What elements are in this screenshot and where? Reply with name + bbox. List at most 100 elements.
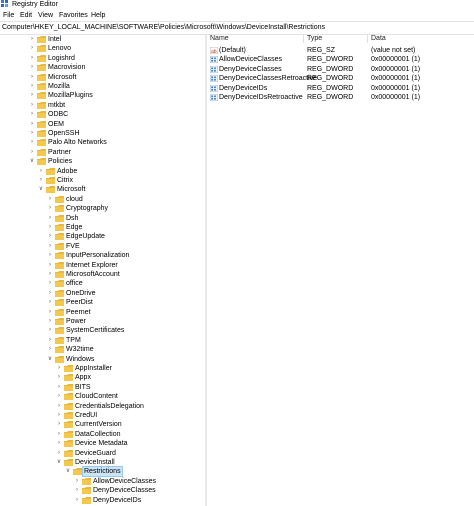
chevron-right-icon[interactable]: › [46, 261, 54, 270]
column-header-data[interactable]: Data [371, 35, 386, 43]
menu-help[interactable]: Help [91, 11, 105, 20]
folder-icon [55, 214, 64, 222]
chevron-down-icon[interactable]: ∨ [64, 467, 72, 476]
folder-icon [37, 130, 46, 137]
chevron-right-icon[interactable]: › [28, 110, 36, 119]
chevron-down-icon[interactable]: ∨ [37, 185, 45, 194]
value-type: REG_DWORD [307, 84, 354, 92]
chevron-right-icon[interactable]: › [37, 176, 45, 185]
chevron-right-icon[interactable]: › [46, 251, 54, 260]
key-tree[interactable]: › Intel › Lenovo › Logishrd › Macrovision › Micro… [0, 34, 205, 506]
chevron-right-icon[interactable]: › [46, 298, 54, 307]
chevron-down-icon[interactable]: ∨ [28, 157, 36, 166]
chevron-right-icon[interactable]: › [28, 54, 36, 63]
folder-icon [37, 54, 46, 62]
folder-icon [55, 242, 64, 250]
folder-icon [55, 327, 64, 335]
address-path[interactable]: Computer\HKEY_LOCAL_MACHINE\SOFTWARE\Pol… [2, 23, 325, 32]
menu-view[interactable]: View [38, 11, 53, 20]
chevron-right-icon[interactable]: › [55, 392, 63, 401]
tree-item-label: DeviceGuard [75, 449, 116, 457]
chevron-right-icon[interactable]: › [28, 44, 36, 53]
chevron-right-icon[interactable]: › [46, 242, 54, 251]
value-name: DenyDeviceIDsRetroactive [219, 94, 303, 101]
chevron-right-icon[interactable]: › [46, 232, 54, 241]
chevron-right-icon[interactable]: › [28, 148, 36, 157]
chevron-right-icon[interactable]: › [55, 420, 63, 429]
column-divider[interactable] [367, 35, 368, 43]
value-row[interactable]: DenyDeviceClasses REG_DWORD 0x00000001 (1) [207, 65, 474, 74]
chevron-down-icon[interactable]: ∨ [46, 355, 54, 364]
chevron-right-icon[interactable]: › [28, 63, 36, 72]
chevron-down-icon[interactable]: ∨ [55, 458, 63, 467]
value-row[interactable]: DenyDeviceIDsRetroactive REG_DWORD 0x00000… [207, 93, 474, 102]
chevron-right-icon[interactable]: › [46, 204, 54, 213]
value-row[interactable]: ab (Default) REG_SZ (value not set) [207, 46, 474, 55]
chevron-right-icon[interactable]: › [28, 82, 36, 91]
chevron-right-icon[interactable]: › [46, 279, 54, 288]
chevron-right-icon[interactable]: › [46, 195, 54, 204]
tree-item-label: Partner [48, 148, 71, 156]
column-header-type[interactable]: Type [307, 35, 322, 43]
menu-file[interactable]: File [3, 11, 14, 20]
tree-item-label: OEM [48, 120, 64, 128]
tree-item-label: DataCollection [75, 430, 121, 438]
chevron-right-icon[interactable]: › [46, 223, 54, 232]
chevron-right-icon[interactable]: › [73, 496, 81, 505]
tree-item-label: TPM [66, 336, 81, 344]
folder-icon [37, 83, 46, 90]
chevron-right-icon[interactable]: › [28, 35, 36, 44]
value-row[interactable]: DenyDeviceClassesRetroactive REG_DWORD 0x0… [207, 74, 474, 83]
value-list[interactable]: Name Type Data ab (Default) REG_SZ (value n… [207, 34, 474, 506]
tree-item-label: Cryptography [66, 205, 109, 213]
chevron-right-icon[interactable]: › [73, 486, 81, 495]
value-type: REG_DWORD [307, 94, 354, 101]
folder-icon [55, 299, 64, 307]
chevron-right-icon[interactable]: › [28, 91, 36, 100]
chevron-right-icon[interactable]: › [28, 120, 36, 129]
folder-icon [46, 167, 55, 175]
tree-item-label: EdgeUpdate [66, 233, 105, 241]
tree-item-label: W32time [66, 346, 94, 354]
chevron-right-icon[interactable]: › [46, 336, 54, 345]
menu-edit[interactable]: Edit [20, 11, 32, 20]
tree-item-label: Policies [48, 158, 73, 166]
chevron-right-icon[interactable]: › [28, 101, 36, 110]
column-header-name[interactable]: Name [210, 35, 229, 43]
folder-icon [46, 177, 55, 184]
chevron-right-icon[interactable]: › [46, 308, 54, 317]
folder-open-icon [55, 355, 64, 363]
tree-item-label: Intel [48, 36, 62, 43]
chevron-right-icon[interactable]: › [55, 449, 63, 458]
chevron-right-icon[interactable]: › [46, 270, 54, 279]
chevron-right-icon[interactable]: › [37, 167, 45, 176]
chevron-right-icon[interactable]: › [28, 129, 36, 138]
chevron-right-icon[interactable]: › [55, 373, 63, 382]
folder-icon [37, 36, 46, 43]
tree-item-label: Macrovision [48, 64, 86, 72]
folder-icon [37, 111, 46, 119]
chevron-right-icon[interactable]: › [46, 345, 54, 354]
dword-value-icon [209, 56, 219, 64]
menu-favorites[interactable]: Favorites [59, 11, 88, 20]
address-bar[interactable]: Computer\HKEY_LOCAL_MACHINE\SOFTWARE\Pol… [0, 21, 474, 35]
folder-icon [64, 402, 73, 410]
value-row[interactable]: DenyDeviceIDs REG_DWORD 0x00000001 (1) [207, 84, 474, 93]
chevron-right-icon[interactable]: › [28, 73, 36, 82]
chevron-right-icon[interactable]: › [55, 402, 63, 411]
chevron-right-icon[interactable]: › [46, 326, 54, 335]
value-type: REG_DWORD [307, 65, 354, 73]
chevron-right-icon[interactable]: › [55, 364, 63, 373]
column-divider[interactable] [303, 35, 304, 43]
chevron-right-icon[interactable]: › [73, 477, 81, 486]
value-row[interactable]: AllowDeviceClasses REG_DWORD 0x00000001 (1… [207, 55, 474, 64]
chevron-right-icon[interactable]: › [46, 289, 54, 298]
chevron-right-icon[interactable]: › [55, 383, 63, 392]
dword-value-icon [209, 84, 219, 92]
chevron-right-icon[interactable]: › [46, 317, 54, 326]
chevron-right-icon[interactable]: › [55, 439, 63, 448]
chevron-right-icon[interactable]: › [46, 214, 54, 223]
chevron-right-icon[interactable]: › [55, 430, 63, 439]
chevron-right-icon[interactable]: › [55, 411, 63, 420]
chevron-right-icon[interactable]: › [28, 138, 36, 147]
